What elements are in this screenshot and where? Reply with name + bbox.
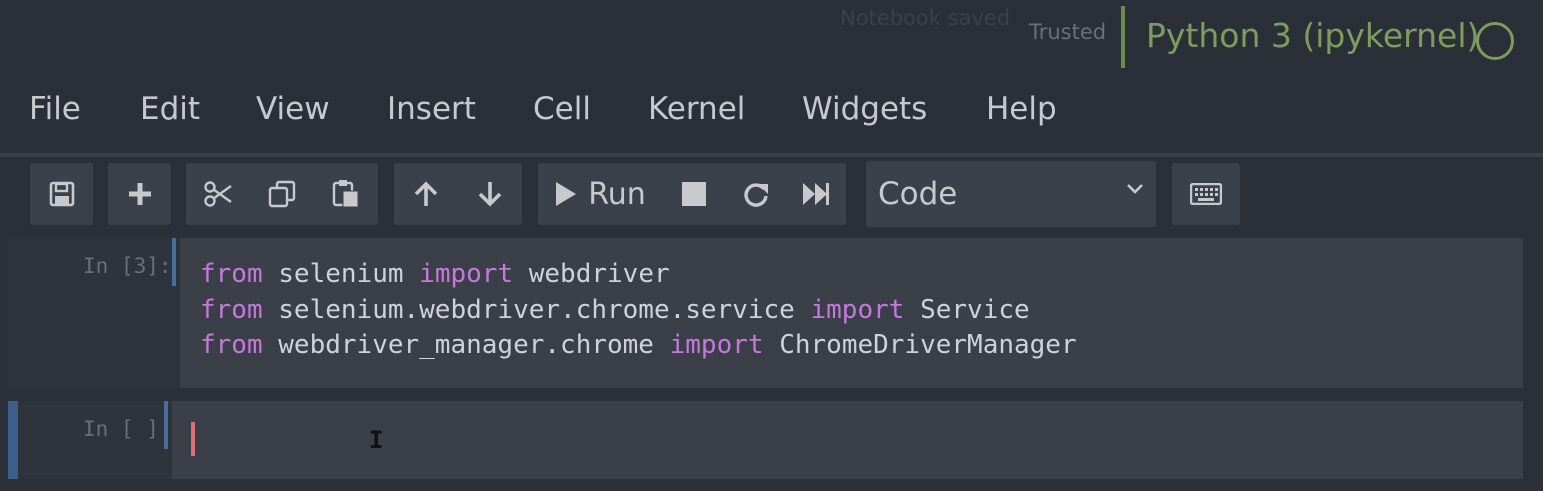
save-button-group	[30, 163, 93, 225]
code-line: from webdriver_manager.chrome import Chr…	[200, 330, 1077, 360]
cell-editor[interactable]: from selenium import webdriver from sele…	[180, 238, 1523, 388]
cell-type-select[interactable]: Code	[866, 161, 1156, 227]
kernel-divider	[1121, 6, 1125, 68]
run-button[interactable]: Run	[538, 163, 662, 225]
kernel-idle-icon	[1476, 22, 1514, 60]
code-line: from selenium.webdriver.chrome.service i…	[200, 295, 1030, 325]
keyboard-button-group	[1172, 163, 1240, 225]
menu-widgets[interactable]: Widgets	[802, 91, 927, 127]
menu-cell[interactable]: Cell	[533, 91, 591, 127]
kernel-name[interactable]: Python 3 (ipykernel)	[1146, 16, 1479, 55]
menu-edit[interactable]: Edit	[140, 91, 200, 127]
scissors-icon	[204, 181, 232, 207]
move-up-button[interactable]	[394, 163, 458, 225]
code-cell[interactable]: In [3]: from selenium import webdriver f…	[8, 238, 1523, 388]
save-status: Notebook saved	[840, 6, 1011, 30]
cell-prompt: In [ ]:	[83, 417, 172, 441]
interrupt-button[interactable]	[662, 163, 726, 225]
code-line: from selenium import webdriver	[200, 259, 670, 289]
selected-cell-edge	[8, 401, 18, 479]
menu-view[interactable]: View	[256, 91, 330, 127]
restart-icon	[744, 183, 768, 207]
keyboard-icon	[1190, 183, 1222, 205]
save-icon	[49, 181, 74, 207]
toolbar: Run Code	[0, 157, 1543, 237]
cut-button[interactable]	[186, 163, 250, 225]
restart-button[interactable]	[726, 163, 786, 225]
stop-icon	[682, 182, 706, 206]
menu-file[interactable]: File	[29, 91, 81, 127]
insert-button-group	[108, 163, 171, 225]
cell-type-value: Code	[878, 176, 958, 212]
arrow-down-icon	[478, 182, 502, 207]
command-palette-button[interactable]	[1172, 163, 1240, 225]
chevron-down-icon	[1127, 184, 1143, 194]
notebook-header: Notebook saved Trusted Python 3 (ipykern…	[0, 0, 1543, 75]
menu-help[interactable]: Help	[986, 91, 1057, 127]
fast-forward-icon	[803, 183, 829, 205]
plus-icon	[128, 183, 151, 205]
run-label: Run	[588, 176, 646, 212]
paste-button[interactable]	[314, 163, 378, 225]
move-down-button[interactable]	[458, 163, 522, 225]
cell-prompt: In [3]:	[83, 254, 172, 278]
clipboard-button-group	[186, 163, 378, 225]
run-button-group: Run	[538, 163, 846, 225]
menu-insert[interactable]: Insert	[387, 91, 476, 127]
save-button[interactable]	[30, 163, 93, 225]
move-button-group	[394, 163, 522, 225]
mouse-ibeam-icon: I	[369, 426, 384, 454]
arrow-up-icon	[414, 181, 438, 206]
code-cell-active[interactable]: In [ ]:	[18, 401, 1523, 479]
insert-cell-button[interactable]	[108, 163, 171, 225]
copy-icon	[268, 180, 296, 208]
copy-button[interactable]	[250, 163, 314, 225]
menu-kernel[interactable]: Kernel	[648, 91, 745, 127]
play-icon	[556, 182, 577, 206]
run-all-button[interactable]	[786, 163, 846, 225]
menubar: File Edit View Insert Cell Kernel Widget…	[0, 75, 1543, 153]
trusted-indicator[interactable]: Trusted	[1029, 20, 1106, 44]
paste-icon	[332, 180, 359, 208]
text-cursor	[191, 422, 195, 456]
cell-bar	[172, 238, 176, 286]
cell-bar	[164, 401, 168, 449]
